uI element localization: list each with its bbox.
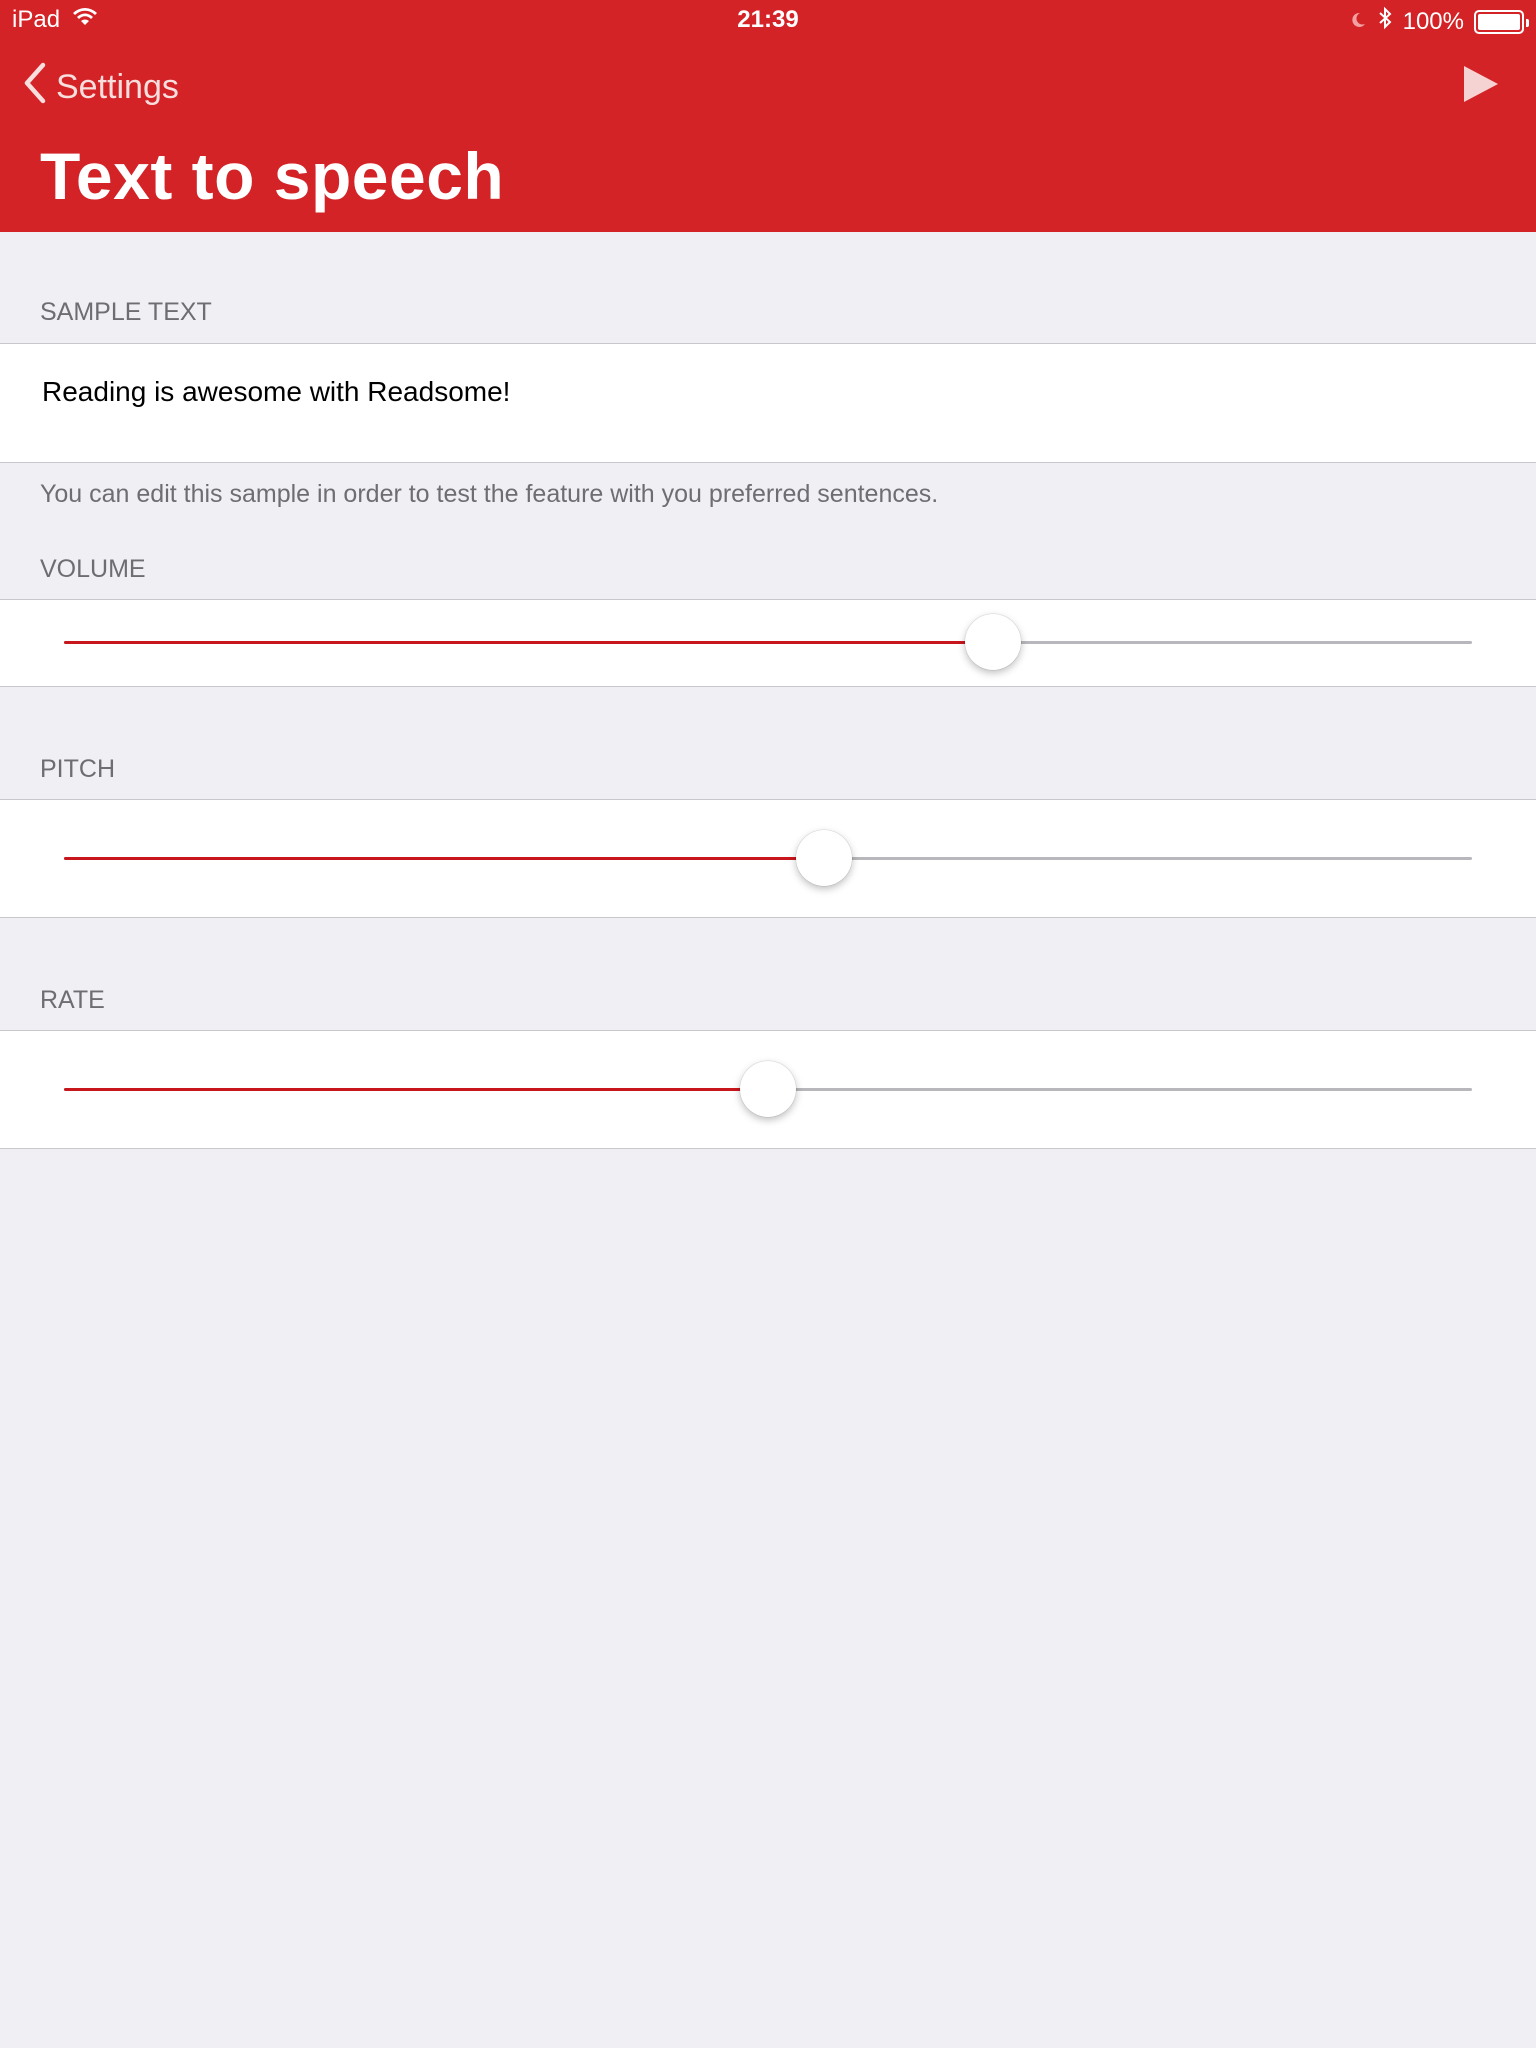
rate-slider-thumb[interactable] [740, 1061, 796, 1117]
rate-header: RATE [40, 986, 105, 1014]
bluetooth-icon [1377, 6, 1393, 37]
rate-cell [0, 1030, 1536, 1149]
pitch-slider-thumb[interactable] [796, 830, 853, 886]
text-to-speech-screen: iPad 21:39 100% Settings Text to speech … [0, 0, 1536, 2048]
pitch-cell [0, 799, 1536, 918]
volume-slider-fill [64, 641, 994, 644]
volume-slider[interactable] [64, 612, 1472, 672]
battery-icon [1474, 9, 1529, 34]
chevron-left-icon [22, 62, 48, 113]
sample-text-header: SAMPLE TEXT [40, 298, 212, 326]
pitch-header: PITCH [40, 755, 115, 783]
status-time: 21:39 [737, 6, 799, 33]
play-button[interactable] [1460, 64, 1500, 104]
moon-icon [1349, 8, 1367, 36]
sample-text-input[interactable] [42, 376, 1442, 408]
volume-slider-thumb[interactable] [965, 614, 1022, 670]
volume-header: VOLUME [40, 555, 146, 583]
page-title: Text to speech [40, 139, 505, 213]
sample-text-cell [0, 343, 1536, 463]
battery-percent: 100% [1402, 7, 1464, 35]
sample-text-footer: You can edit this sample in order to tes… [40, 480, 939, 508]
volume-cell [0, 599, 1536, 687]
rate-slider[interactable] [64, 1059, 1472, 1119]
rate-slider-fill [64, 1088, 768, 1091]
status-bar: iPad 21:39 100% [0, 0, 1536, 40]
play-icon [1464, 66, 1498, 102]
navigation-header: iPad 21:39 100% Settings Text to speech [0, 0, 1536, 232]
pitch-slider[interactable] [64, 828, 1472, 888]
back-label: Settings [56, 68, 179, 106]
back-button[interactable]: Settings [22, 62, 179, 113]
pitch-slider-fill [64, 857, 825, 860]
